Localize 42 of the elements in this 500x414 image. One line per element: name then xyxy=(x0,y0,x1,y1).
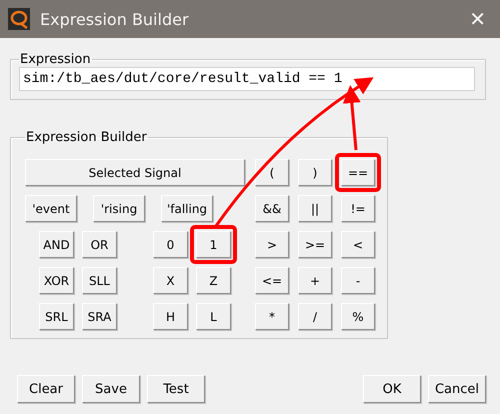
value-button[interactable]: X xyxy=(153,267,188,294)
attribute-button[interactable]: 'rising xyxy=(93,195,145,222)
value-button[interactable]: Z xyxy=(196,267,231,294)
operator-button[interactable]: <= xyxy=(255,267,289,294)
operator-button[interactable]: SRL xyxy=(39,303,74,330)
group-title: Expression xyxy=(19,52,92,67)
value-button[interactable]: L xyxy=(196,303,231,330)
close-button[interactable]: ✕ xyxy=(463,7,492,31)
operator-button[interactable]: XOR xyxy=(39,267,74,294)
operator-button[interactable]: ( xyxy=(255,159,289,186)
expression-field[interactable]: sim:/tb_aes/dut/core/result_valid == 1 xyxy=(19,67,475,91)
selected-signal-button[interactable]: Selected Signal xyxy=(25,159,245,186)
operator-button[interactable]: * xyxy=(255,303,289,330)
value-button[interactable]: 1 xyxy=(196,231,231,258)
value-button[interactable]: 0 xyxy=(153,231,188,258)
operator-button[interactable]: AND xyxy=(39,231,74,258)
operator-button[interactable]: OR xyxy=(82,231,117,258)
attribute-button[interactable]: 'event xyxy=(25,195,77,222)
operator-button[interactable]: != xyxy=(341,195,375,222)
operator-button[interactable]: >= xyxy=(298,231,332,258)
operator-button[interactable]: == xyxy=(341,159,375,186)
operator-button[interactable]: + xyxy=(298,267,332,294)
operator-button[interactable]: / xyxy=(298,303,332,330)
dialog-button[interactable]: Clear xyxy=(17,375,75,403)
operator-button[interactable]: < xyxy=(341,231,375,258)
dialog-button[interactable]: OK xyxy=(363,375,421,403)
operator-button[interactable]: SRA xyxy=(82,303,117,330)
dialog-button[interactable]: Cancel xyxy=(428,375,486,403)
value-button[interactable]: H xyxy=(153,303,188,330)
operator-button[interactable]: - xyxy=(341,267,375,294)
attribute-button[interactable]: 'falling xyxy=(161,195,213,222)
window-title: Expression Builder xyxy=(40,10,190,28)
operator-button[interactable]: % xyxy=(341,303,375,330)
dialog-button[interactable]: Test xyxy=(147,375,205,403)
operator-button[interactable]: || xyxy=(298,195,332,222)
group-title: Expression Builder xyxy=(25,130,148,145)
dialog-button[interactable]: Save xyxy=(82,375,140,403)
operator-button[interactable]: SLL xyxy=(82,267,117,294)
app-logo-icon xyxy=(8,8,30,30)
operator-button[interactable]: > xyxy=(255,231,289,258)
operator-button[interactable]: ) xyxy=(298,159,332,186)
operator-button[interactable]: && xyxy=(255,195,289,222)
